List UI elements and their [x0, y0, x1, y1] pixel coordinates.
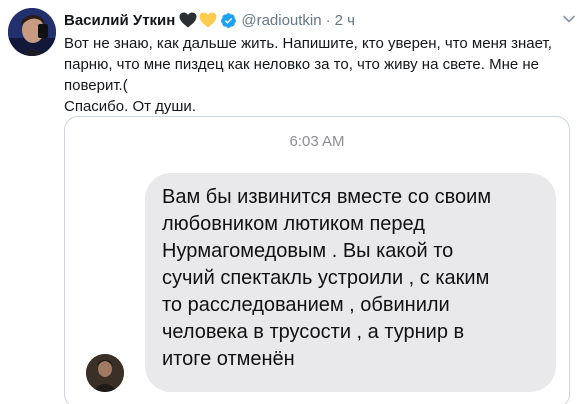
author-name[interactable]: Василий Уткин	[64, 12, 175, 29]
sender-avatar-image	[86, 354, 124, 392]
tweet: Василий Уткин @radioutkin · 2 ч Вот не з…	[0, 0, 584, 404]
verified-badge-icon	[221, 12, 237, 28]
yellow-heart-icon	[199, 12, 217, 28]
author-avatar[interactable]	[8, 8, 56, 56]
header-separator: ·	[325, 11, 331, 29]
author-handle[interactable]: @radioutkin	[241, 12, 321, 29]
chevron-down-icon[interactable]	[562, 12, 576, 26]
tweet-header: Василий Уткин @radioutkin · 2 ч	[64, 10, 355, 30]
tweet-text-paragraph: Спасибо. От души.	[64, 98, 196, 115]
black-heart-icon	[179, 12, 197, 28]
tweet-text: Вот не знаю, как дальше жить. Напишите, …	[64, 33, 564, 117]
tweet-time[interactable]: 2 ч	[335, 12, 355, 29]
sender-avatar	[86, 354, 124, 392]
message-timestamp: 6:03 AM	[289, 133, 345, 150]
name-emoji	[179, 12, 217, 28]
message-bubble: Вам бы извинится вместе со своим любовни…	[145, 173, 556, 392]
author-avatar-image	[8, 8, 56, 56]
attached-image[interactable]: 6:03 AM Вам бы извинится вместе со своим…	[64, 116, 570, 404]
tweet-text-paragraph: Вот не знаю, как дальше жить. Напишите, …	[64, 35, 552, 94]
